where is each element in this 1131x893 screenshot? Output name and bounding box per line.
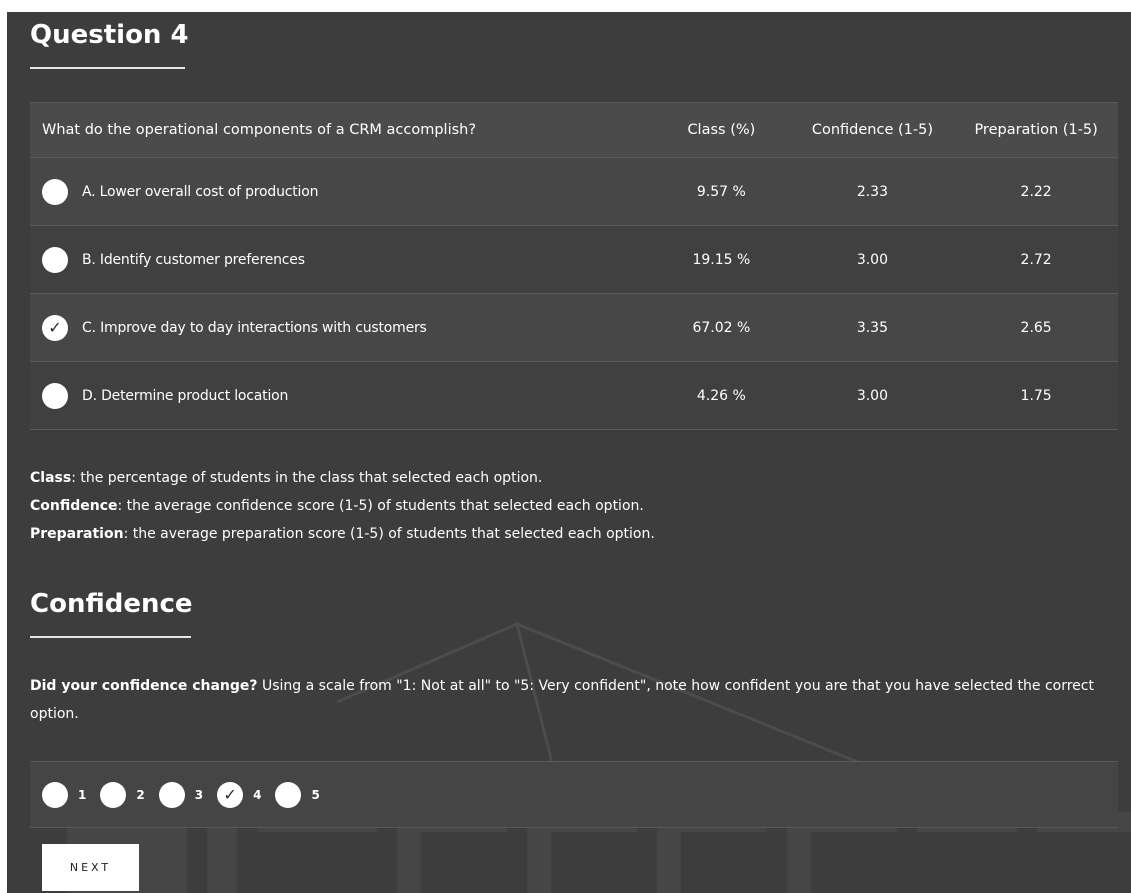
preparation-cell: 2.65 bbox=[954, 293, 1118, 362]
confidence-scale: 1 2 3 ✓ 4 5 bbox=[30, 761, 1118, 828]
class-percent-cell: 4.26 % bbox=[652, 361, 791, 430]
radio-icon[interactable] bbox=[42, 246, 68, 273]
scale-label: 2 bbox=[136, 787, 145, 802]
table-row: A. Lower overall cost of production 9.57… bbox=[30, 157, 1118, 226]
confidence-prompt: Did your confidence change? Using a scal… bbox=[30, 672, 1110, 728]
scale-option-5[interactable]: 5 bbox=[275, 781, 320, 808]
legend-confidence-term: Confidence bbox=[30, 498, 118, 514]
radio-icon[interactable] bbox=[158, 781, 185, 808]
option-cell: ✓ C. Improve day to day interactions wit… bbox=[30, 293, 653, 362]
preparation-cell: 1.75 bbox=[954, 361, 1118, 430]
option-cell: B. Identify customer preferences bbox=[30, 225, 653, 294]
scale-label: 5 bbox=[311, 787, 320, 802]
legend-confidence-desc: : the average confidence score (1-5) of … bbox=[117, 498, 644, 514]
question-title: Question 4 bbox=[30, 20, 189, 50]
confidence-cell: 2.33 bbox=[790, 157, 955, 226]
table-row: B. Identify customer preferences 19.15 %… bbox=[30, 225, 1118, 294]
preparation-cell: 2.72 bbox=[954, 225, 1118, 294]
legend: Class: the percentage of students in the… bbox=[30, 464, 655, 548]
option-label: B. Identify customer preferences bbox=[82, 251, 305, 268]
radio-icon[interactable] bbox=[100, 781, 127, 808]
table-row: D. Determine product location 4.26 % 3.0… bbox=[30, 361, 1118, 430]
legend-class: Class: the percentage of students in the… bbox=[30, 464, 655, 492]
option-label: D. Determine product location bbox=[82, 387, 289, 404]
preparation-cell: 2.22 bbox=[954, 157, 1118, 226]
column-header-class: Class (%) bbox=[652, 102, 791, 158]
next-button[interactable]: NEXT bbox=[42, 844, 139, 891]
legend-confidence: Confidence: the average confidence score… bbox=[30, 492, 655, 520]
scale-option-4[interactable]: ✓ 4 bbox=[217, 781, 262, 808]
check-icon[interactable]: ✓ bbox=[217, 781, 244, 808]
option-cell: D. Determine product location bbox=[30, 361, 653, 430]
question-page: Question 4 What do the operational compo… bbox=[7, 12, 1131, 893]
column-header-preparation: Preparation (1-5) bbox=[954, 102, 1118, 158]
scale-option-1[interactable]: 1 bbox=[42, 781, 87, 808]
option-cell: A. Lower overall cost of production bbox=[30, 157, 653, 226]
radio-icon[interactable] bbox=[275, 781, 302, 808]
radio-icon[interactable] bbox=[42, 781, 68, 808]
radio-icon[interactable] bbox=[42, 178, 68, 205]
confidence-cell: 3.00 bbox=[790, 361, 955, 430]
column-header-confidence: Confidence (1-5) bbox=[790, 102, 955, 158]
table-row: ✓ C. Improve day to day interactions wit… bbox=[30, 293, 1118, 362]
confidence-cell: 3.00 bbox=[790, 225, 955, 294]
scale-label: 3 bbox=[194, 787, 204, 802]
scale-option-3[interactable]: 3 bbox=[158, 781, 204, 808]
radio-icon[interactable] bbox=[42, 382, 68, 409]
option-label: C. Improve day to day interactions with … bbox=[82, 319, 427, 336]
results-table: What do the operational components of a … bbox=[30, 102, 1118, 430]
confidence-cell: 3.35 bbox=[790, 293, 955, 362]
check-icon[interactable]: ✓ bbox=[42, 314, 68, 341]
question-title-underline bbox=[30, 67, 185, 69]
class-percent-cell: 67.02 % bbox=[652, 293, 791, 362]
scale-label: 1 bbox=[78, 787, 87, 802]
legend-preparation: Preparation: the average preparation sco… bbox=[30, 520, 655, 548]
legend-preparation-desc: : the average preparation score (1-5) of… bbox=[123, 526, 655, 542]
legend-class-desc: : the percentage of students in the clas… bbox=[71, 470, 543, 486]
legend-class-term: Class bbox=[30, 470, 72, 486]
confidence-prompt-bold: Did your confidence change? bbox=[30, 678, 258, 694]
class-percent-cell: 9.57 % bbox=[652, 157, 791, 226]
scale-label: 4 bbox=[253, 787, 262, 802]
option-label: A. Lower overall cost of production bbox=[82, 183, 319, 200]
question-text: What do the operational components of a … bbox=[30, 102, 653, 158]
legend-preparation-term: Preparation bbox=[30, 526, 124, 542]
confidence-title: Confidence bbox=[30, 589, 193, 619]
confidence-title-underline bbox=[30, 636, 191, 638]
class-percent-cell: 19.15 % bbox=[652, 225, 791, 294]
scale-option-2[interactable]: 2 bbox=[100, 781, 145, 808]
table-header-row: What do the operational components of a … bbox=[30, 102, 1118, 158]
